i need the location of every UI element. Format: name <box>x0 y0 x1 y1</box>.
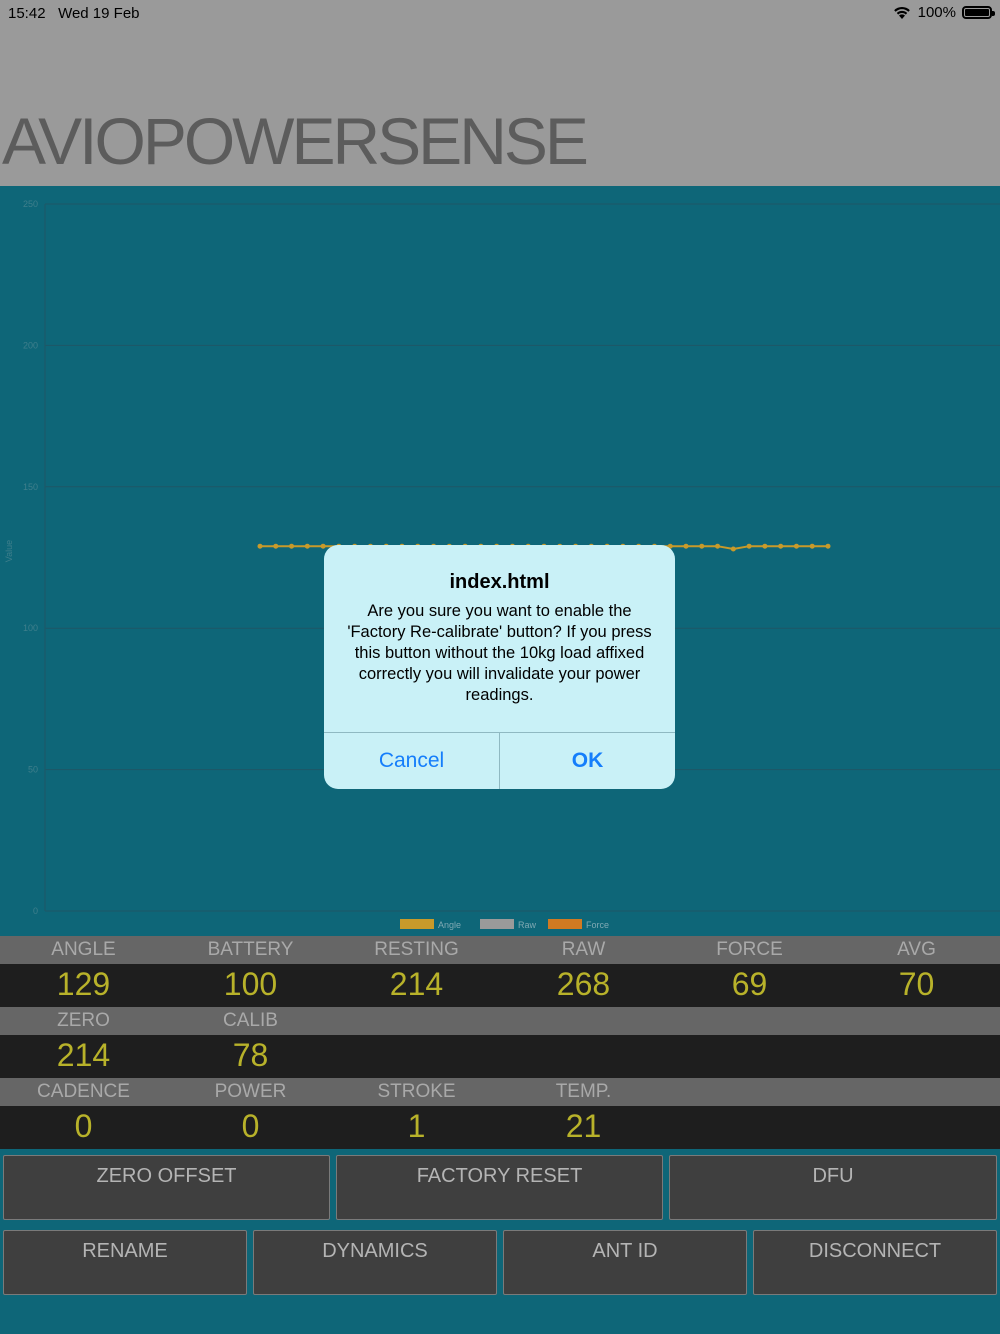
dialog-message: Are you sure you want to enable the 'Fac… <box>347 602 652 704</box>
ok-button[interactable]: OK <box>500 733 675 789</box>
dialog-title: index.html <box>449 571 550 593</box>
cancel-button[interactable]: Cancel <box>324 733 499 789</box>
modal-overlay: index.html Are you sure you want to enab… <box>0 0 1000 1334</box>
alert-dialog: index.html Are you sure you want to enab… <box>324 545 675 789</box>
